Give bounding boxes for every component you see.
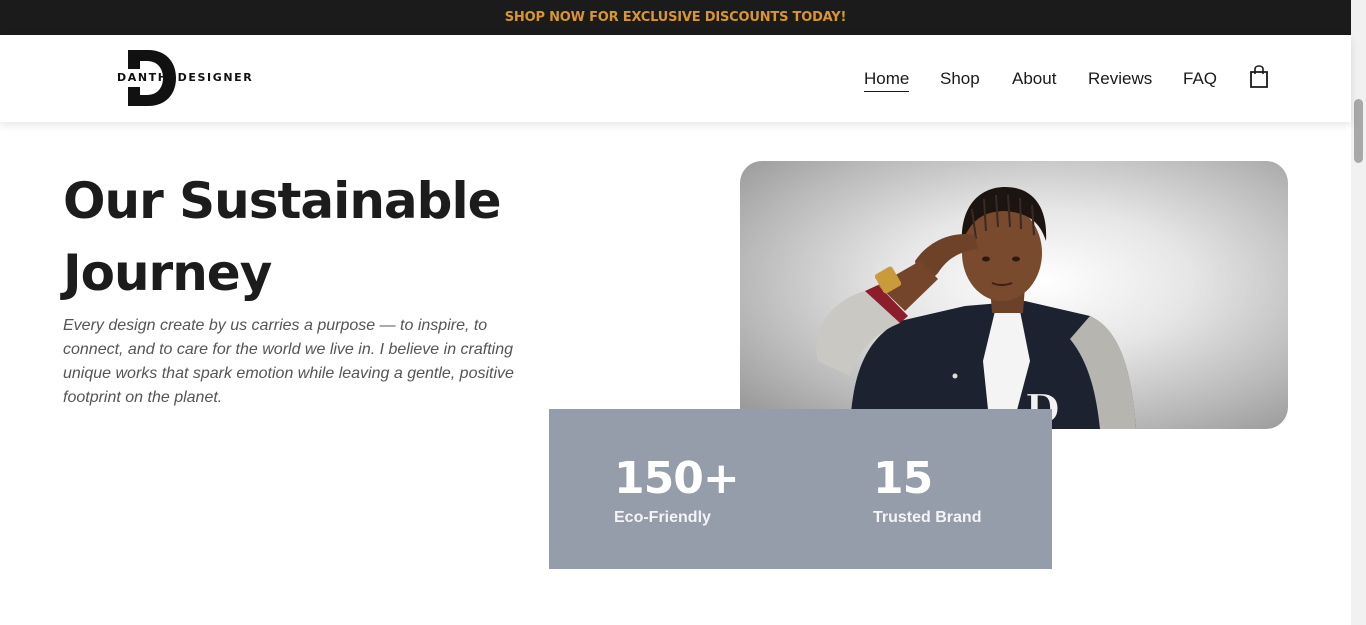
nav-reviews[interactable]: Reviews (1088, 69, 1152, 89)
person-photo-illustration: D (816, 187, 1136, 429)
hero-description: Every design create by us carries a purp… (63, 317, 514, 406)
scrollbar-thumb[interactable] (1354, 99, 1363, 163)
nav-faq[interactable]: FAQ (1183, 69, 1217, 89)
stat-value: 15 (873, 453, 933, 504)
hero-photo: D (740, 161, 1288, 429)
nav-about[interactable]: About (1012, 69, 1056, 89)
hero-title: Our Sustainable Journey (63, 165, 533, 309)
stat-value: 150+ (614, 453, 740, 504)
shopping-bag-icon[interactable] (1249, 65, 1269, 89)
main-nav: Home Shop About Reviews FAQ (0, 69, 1351, 93)
announcement-text: SHOP NOW FOR EXCLUSIVE DISCOUNTS TODAY! (504, 10, 847, 25)
stat-eco-friendly: 150+ Eco-Friendly (614, 453, 740, 527)
nav-home[interactable]: Home (864, 69, 910, 92)
site-header: DANTHEDESIGNER Home Shop About Reviews F… (0, 35, 1351, 122)
stat-label: Eco-Friendly (614, 509, 711, 526)
stat-trusted-brand: 15 Trusted Brand (873, 455, 981, 527)
hero-title-line1: Our Sustainable (63, 172, 501, 230)
stat-label: Trusted Brand (873, 509, 982, 526)
announcement-bar: SHOP NOW FOR EXCLUSIVE DISCOUNTS TODAY! (0, 0, 1351, 35)
stats-panel: 150+ Eco-Friendly 15 Trusted Brand (549, 409, 1052, 569)
page-scrollbar[interactable] (1351, 0, 1366, 625)
nav-shop[interactable]: Shop (940, 69, 980, 89)
hero-title-line2: Journey (63, 244, 272, 302)
